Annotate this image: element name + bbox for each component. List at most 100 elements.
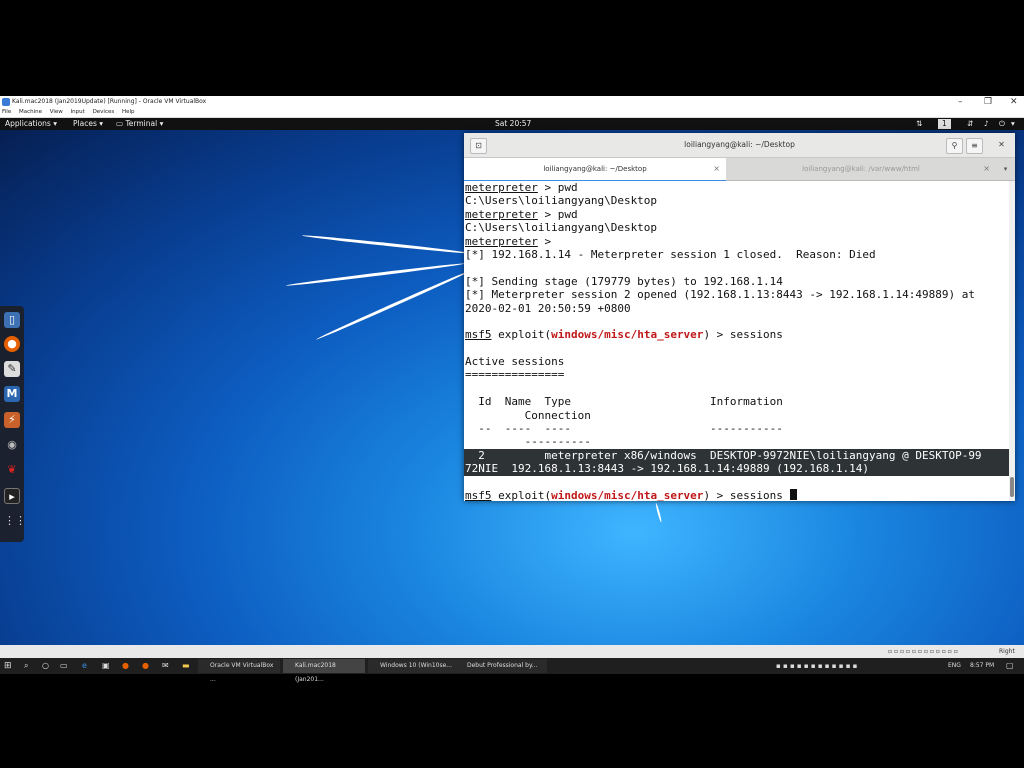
notifications-icon[interactable]: ▢ — [1006, 658, 1014, 674]
tabs-menu-chevron-icon[interactable]: ▾ — [996, 158, 1015, 180]
app-grid-icon[interactable]: ⋮⋮ — [4, 513, 26, 529]
terminal-prompt-line: msf5 exploit(windows/misc/hta_server) > … — [464, 488, 1009, 501]
volume-icon[interactable]: ♪ — [984, 118, 989, 130]
tab-www-html[interactable]: loiliangyang@kali: /var/www/html × — [726, 158, 996, 180]
terminal-line: C:\Users\loiliangyang\Desktop — [465, 221, 658, 235]
close-tab-icon[interactable]: × — [713, 158, 720, 180]
virtualbox-titlebar: Kali.mac2018 (Jan2019Update) [Running] -… — [0, 96, 1024, 108]
workspace-indicator[interactable]: 1 — [938, 119, 951, 129]
virtualbox-title: Kali.mac2018 (Jan2019Update) [Running] -… — [12, 98, 207, 105]
session-row-highlighted: 72NIE 192.168.1.13:8443 -> 192.168.1.14:… — [464, 462, 1009, 476]
windows-taskbar: ⊞ ⌕ ○ ▭ e ▣ ● ● ✉ ▬ Oracle VM VirtualBox… — [0, 658, 1024, 683]
power-icon[interactable]: ⏻ — [999, 118, 1005, 130]
search-button[interactable]: ⚲ — [946, 138, 963, 154]
terminal-line: [*] Meterpreter session 2 opened (192.16… — [465, 288, 975, 302]
terminal-tabs: loiliangyang@kali: ~/Desktop × loiliangy… — [464, 158, 1015, 182]
taskbar-clock[interactable]: 8:57 PM — [970, 658, 994, 674]
terminal-icon[interactable]: ▸ — [4, 488, 20, 504]
kali-logo-tail — [655, 502, 663, 523]
taskbar-app-debut[interactable]: Debut Professional by... — [455, 659, 547, 673]
dock: ▯ ● ✎ M ⚡ ◉ ❦ ▸ ⋮⋮ — [0, 306, 26, 542]
terminal-line: [*] 192.168.1.14 - Meterpreter session 1… — [465, 247, 876, 261]
taskbar-app-windows10[interactable]: Windows 10 (Win10se... — [368, 659, 460, 673]
sessions-table-header: Id Name Type Information — [465, 395, 783, 409]
gnome-top-bar: Applications ▾ Places ▾ ▭ Terminal ▾ Sat… — [0, 118, 1024, 130]
files-icon[interactable]: ▯ — [4, 312, 20, 328]
tab-www-html-label: loiliangyang@kali: /var/www/html — [802, 165, 920, 173]
network-tray-icon[interactable]: ⇅ — [916, 118, 922, 130]
sessions-table-divider: -- ---- ---- ----------- — [465, 422, 783, 436]
close-tab-icon-2[interactable]: × — [983, 158, 990, 180]
firefox-alt-taskbar-icon[interactable]: ● — [142, 658, 149, 674]
hamburger-menu-button[interactable]: ≡ — [966, 138, 983, 154]
language-indicator[interactable]: ENG — [948, 658, 961, 674]
terminal-line: =============== — [465, 368, 565, 382]
menu-input[interactable]: Input — [71, 109, 85, 115]
sessions-table-header: Connection — [465, 408, 591, 422]
terminal-prompt-line: msf5 exploit(windows/misc/hta_server) > … — [465, 328, 783, 342]
menu-view[interactable]: View — [50, 109, 63, 115]
cherrytree-icon[interactable]: ❦ — [4, 462, 20, 478]
store-icon[interactable]: ▣ — [102, 658, 110, 674]
virtualbox-menubar: File Machine View Input Devices Help — [0, 108, 1024, 118]
close-button[interactable]: ✕ — [1010, 96, 1018, 108]
terminal-title: loiliangyang@kali: ~/Desktop — [684, 140, 795, 149]
taskbar-app-virtualbox[interactable]: Oracle VM VirtualBox ... — [198, 659, 280, 683]
search-icon[interactable]: ⌕ — [24, 658, 28, 674]
clock[interactable]: Sat 20:57 — [495, 118, 531, 130]
firefox-taskbar-icon[interactable]: ● — [122, 658, 129, 674]
chevron-down-icon[interactable]: ▾ — [1011, 118, 1015, 130]
menu-devices[interactable]: Devices — [93, 109, 115, 115]
maximize-button[interactable]: ❐ — [984, 96, 992, 108]
applications-menu[interactable]: Applications ▾ — [5, 118, 57, 130]
terminal-headerbar: ⊡ loiliangyang@kali: ~/Desktop ⚲ ≡ ✕ — [464, 133, 1015, 158]
terminal-output[interactable]: meterpreter > pwd C:\Users\loiliangyang\D… — [464, 181, 1009, 501]
tab-desktop[interactable]: loiliangyang@kali: ~/Desktop × — [464, 158, 726, 182]
virtualbox-icon — [2, 98, 10, 106]
network-icon[interactable]: ⇵ — [967, 118, 973, 130]
task-view-icon[interactable]: ▭ — [60, 658, 68, 674]
edge-icon[interactable]: e — [82, 658, 87, 674]
terminal-app-label: Terminal ▾ — [125, 119, 164, 128]
menu-machine[interactable]: Machine — [19, 109, 42, 115]
metasploit-icon[interactable]: M — [4, 386, 20, 402]
terminal-line: [*] Sending stage (179779 bytes) to 192.… — [465, 274, 783, 288]
vm-status-icons: ▫ ▫ ▫ ▫ ▫ ▫ ▫ ▫ ▫ ▫ ▫ ▫ — [888, 648, 958, 655]
cortana-icon[interactable]: ○ — [42, 658, 49, 674]
text-cursor — [789, 488, 797, 500]
terminal-scrollbar[interactable] — [1009, 181, 1015, 501]
taskbar-app-kali[interactable]: Kali.mac2018 (Jan201... — [283, 659, 365, 683]
file-explorer-icon[interactable]: ▬ — [182, 658, 190, 674]
text-editor-icon[interactable]: ✎ — [4, 361, 20, 377]
terminal-line: 2020-02-01 20:50:59 +0800 — [465, 301, 631, 315]
terminal-window: ⊡ loiliangyang@kali: ~/Desktop ⚲ ≡ ✕ loi… — [464, 133, 1015, 501]
scrollbar-thumb[interactable] — [1010, 477, 1014, 497]
minimize-button[interactable]: – — [958, 96, 963, 108]
menu-help[interactable]: Help — [122, 109, 135, 115]
sessions-table-divider: ---------- — [465, 435, 591, 449]
windows-start-icon[interactable]: ⊞ — [4, 658, 12, 674]
kali-logo-stroke-1 — [301, 234, 472, 255]
tab-desktop-label: loiliangyang@kali: ~/Desktop — [543, 165, 647, 173]
mail-icon[interactable]: ✉ — [162, 658, 169, 674]
terminal-small-icon: ▭ — [116, 119, 124, 128]
terminal-app-menu[interactable]: ▭ Terminal ▾ — [116, 118, 163, 130]
burpsuite-icon[interactable]: ⚡ — [4, 412, 20, 428]
places-menu[interactable]: Places ▾ — [73, 118, 103, 130]
virtualbox-statusbar: ▫ ▫ ▫ ▫ ▫ ▫ ▫ ▫ ▫ ▫ ▫ ▫ Right Ctrl — [0, 645, 1024, 668]
terminal-line: meterpreter > pwd — [465, 181, 578, 194]
system-tray-icons[interactable]: ▪ ▪ ▪ ▪ ▪ ▪ ▪ ▪ ▪ ▪ ▪ ▪ — [776, 658, 857, 674]
menu-file[interactable]: File — [2, 109, 11, 115]
firefox-icon[interactable]: ● — [4, 336, 20, 352]
terminal-line: Active sessions — [465, 355, 565, 369]
close-window-button[interactable]: ✕ — [994, 138, 1009, 152]
session-row-highlighted: 2 meterpreter x86/windows DESKTOP-9972NI… — [464, 448, 1009, 463]
eye-icon[interactable]: ◉ — [4, 437, 20, 453]
terminal-line: meterpreter > pwd — [465, 207, 578, 221]
terminal-line: meterpreter > — [465, 234, 558, 248]
